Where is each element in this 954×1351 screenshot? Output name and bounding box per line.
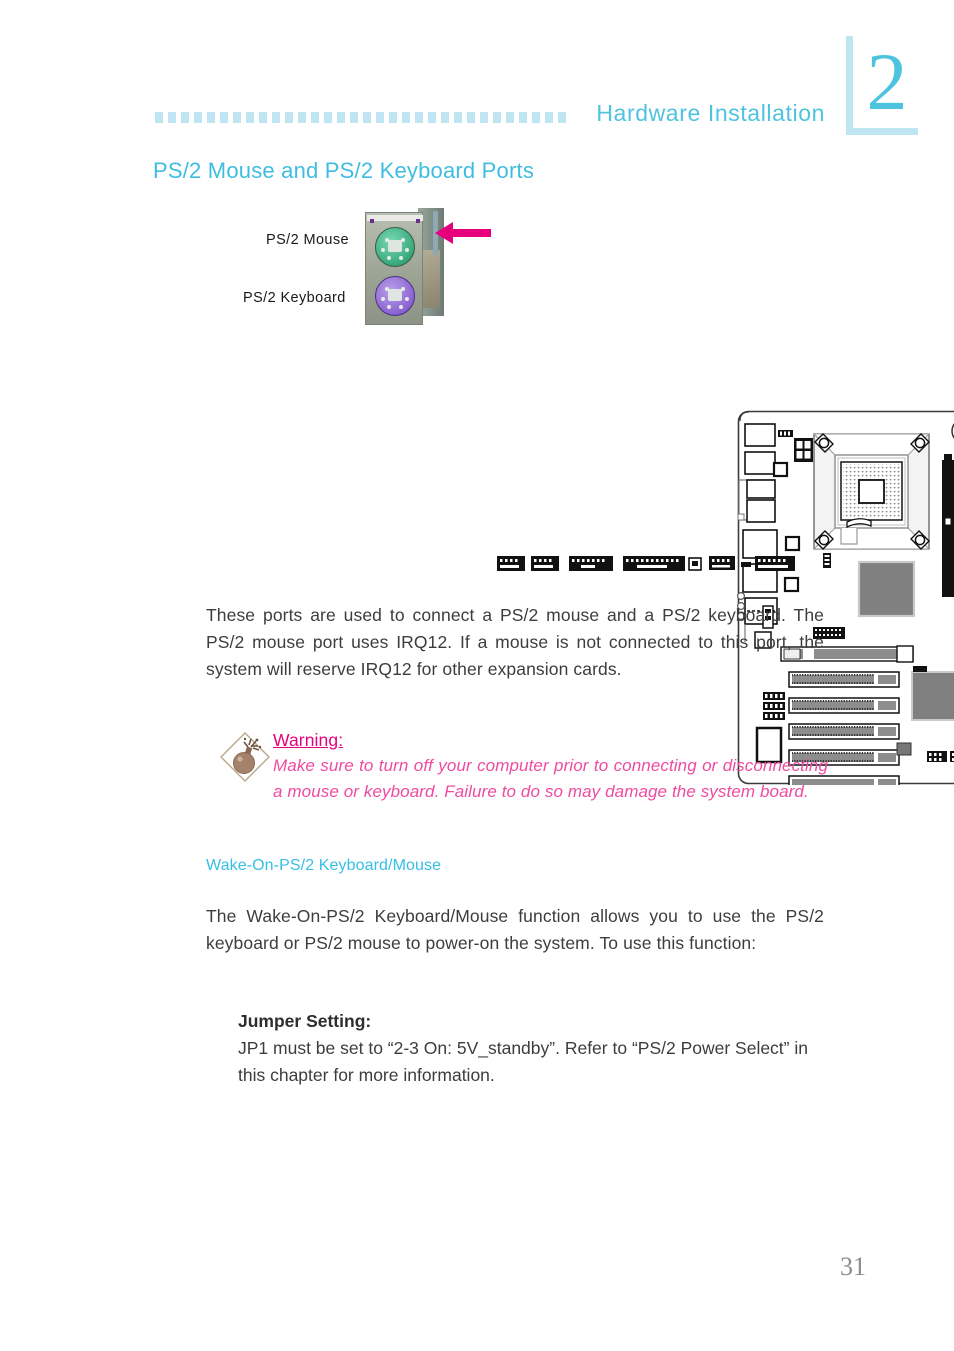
chapter-marker-vertical-bar [846,36,853,134]
jack-key-slot [388,240,402,252]
page-header: Hardware Installation [155,100,825,134]
document-page: 2 Hardware Installation PS/2 Mouse and P… [0,0,954,1351]
connector-screw-right-icon [416,219,420,223]
section-subtitle-wake-on: Wake-On-PS/2 Keyboard/Mouse [206,857,442,874]
header-title: Hardware Installation [596,100,825,126]
paragraph-wake-on-description: The Wake-On-PS/2 Keyboard/Mouse function… [206,906,824,953]
motherboard-bottom-headers [497,542,797,587]
jack-pin [405,248,409,252]
warning-body: Warning: Make sure to turn off your comp… [273,728,828,805]
ps2-keyboard-jack [375,276,415,316]
jack-pin [401,287,405,291]
connector-screw-left-icon [370,219,374,223]
connector-side-inner [422,250,440,308]
jack-pin [385,238,389,242]
jack-pin [387,256,391,260]
ps2-port-figure: PS/2 Mouse PS/2 Keyboard [240,205,954,785]
bomb-icon [218,730,272,784]
jumper-setting-title: Jumper Setting: [238,1011,372,1031]
header-dotted-rule [155,112,570,123]
warning-title: Warning: [273,730,344,750]
connector-face-plate [365,212,423,325]
jack-pin [387,305,391,309]
ps2-mouse-jack [375,227,415,267]
jack-pin [385,287,389,291]
chapter-marker: 2 [846,36,918,140]
figure-label-mouse: PS/2 Mouse [266,232,349,248]
connector-top-edge [367,215,423,221]
paragraph-ports-description: These ports are used to connect a PS/2 m… [206,605,824,679]
jack-pin [405,297,409,301]
jumper-setting-text: JP1 must be set to “2-3 On: 5V_standby”.… [238,1038,808,1085]
ps2-connector-photo [364,208,444,325]
arrow-shaft [451,229,491,237]
page-title: PS/2 Mouse and PS/2 Keyboard Ports [153,158,535,183]
pointer-arrow-icon [435,222,491,244]
figure-label-keyboard: PS/2 Keyboard [243,290,346,306]
jumper-setting-block: Jumper Setting: JP1 must be set to “2-3 … [238,1007,824,1089]
jack-pin [381,297,385,301]
page-number: 31 [840,1252,866,1281]
warning-text: Make sure to turn off your computer prio… [273,756,828,801]
chapter-number: 2 [866,36,908,127]
jack-pin [399,256,403,260]
jack-pin [381,248,385,252]
jack-pin [399,305,403,309]
jack-key-slot [388,289,402,301]
jack-pin [401,238,405,242]
